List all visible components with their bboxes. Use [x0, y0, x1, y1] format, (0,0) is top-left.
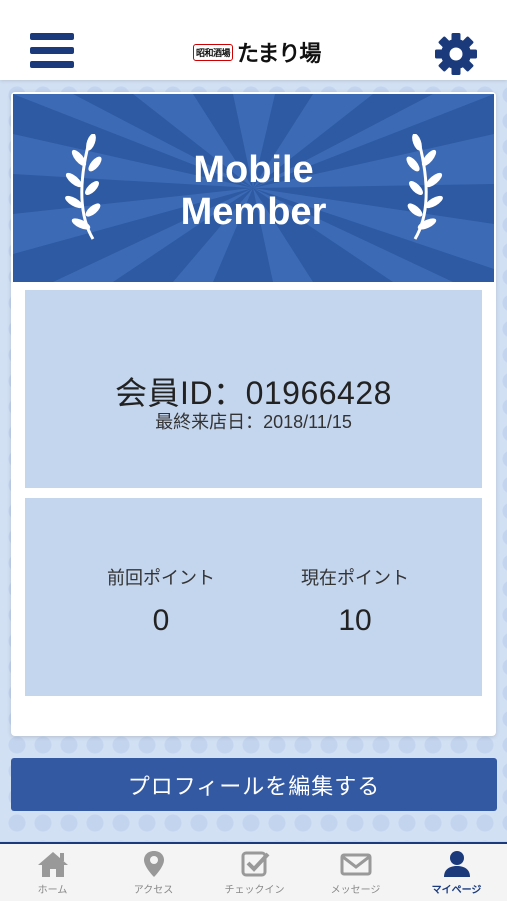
edit-profile-button[interactable]: プロフィールを編集する: [11, 758, 497, 811]
last-visit-label: 最終来店日：: [155, 412, 264, 432]
previous-points: 前回ポイント 0: [71, 564, 251, 638]
tab-checkin[interactable]: チェックイン: [204, 846, 305, 901]
tab-message[interactable]: メッセージ: [305, 846, 406, 901]
mobile-member-banner: Mobile Member: [13, 94, 494, 282]
tab-home-label: ホーム: [37, 885, 68, 896]
tab-access[interactable]: アクセス: [103, 846, 204, 901]
gear-icon[interactable]: [434, 32, 478, 76]
member-card: Mobile Member 会員ID：01966428 最終来店日：2018/1…: [11, 92, 496, 736]
bottom-tab-bar: ホーム アクセス チェックイン メッセージ マイページ: [0, 841, 507, 901]
tab-checkin-label: チェックイン: [224, 885, 285, 896]
current-points-label: 現在ポイント: [301, 568, 409, 588]
previous-points-label: 前回ポイント: [107, 568, 215, 588]
banner-title-line2: Member: [180, 191, 327, 233]
map-pin-icon: [143, 851, 164, 877]
member-id-label: 会員ID：: [115, 375, 246, 411]
member-id-panel: 会員ID：01966428 最終来店日：2018/11/15: [25, 290, 482, 488]
last-visit-date: 最終来店日：2018/11/15: [25, 408, 482, 434]
last-visit-value: 2018/11/15: [263, 412, 352, 432]
banner-title: Mobile Member: [13, 149, 494, 233]
current-points: 現在ポイント 10: [265, 564, 445, 638]
app-header: 昭和酒場 たまり場: [0, 0, 507, 80]
user-icon: [443, 851, 470, 877]
member-id-value: 01966428: [245, 375, 392, 411]
home-icon: [37, 852, 68, 877]
hamburger-menu-icon[interactable]: [30, 33, 74, 71]
tab-home[interactable]: ホーム: [2, 846, 103, 901]
logo-small-text: 昭和酒場: [193, 43, 234, 61]
current-points-value: 10: [338, 604, 372, 637]
app-logo: 昭和酒場 たまり場: [193, 38, 321, 67]
mail-icon: [340, 853, 371, 876]
logo-main-text: たまり場: [237, 41, 321, 67]
points-panel: 前回ポイント 0 現在ポイント 10: [25, 498, 482, 696]
tab-mypage[interactable]: マイページ: [406, 846, 507, 901]
tab-access-label: アクセス: [133, 885, 174, 896]
tab-message-label: メッセージ: [330, 885, 381, 896]
previous-points-value: 0: [152, 604, 170, 637]
checkin-icon: [241, 851, 269, 877]
tab-mypage-label: マイページ: [431, 885, 482, 896]
banner-title-line1: Mobile: [193, 149, 314, 191]
